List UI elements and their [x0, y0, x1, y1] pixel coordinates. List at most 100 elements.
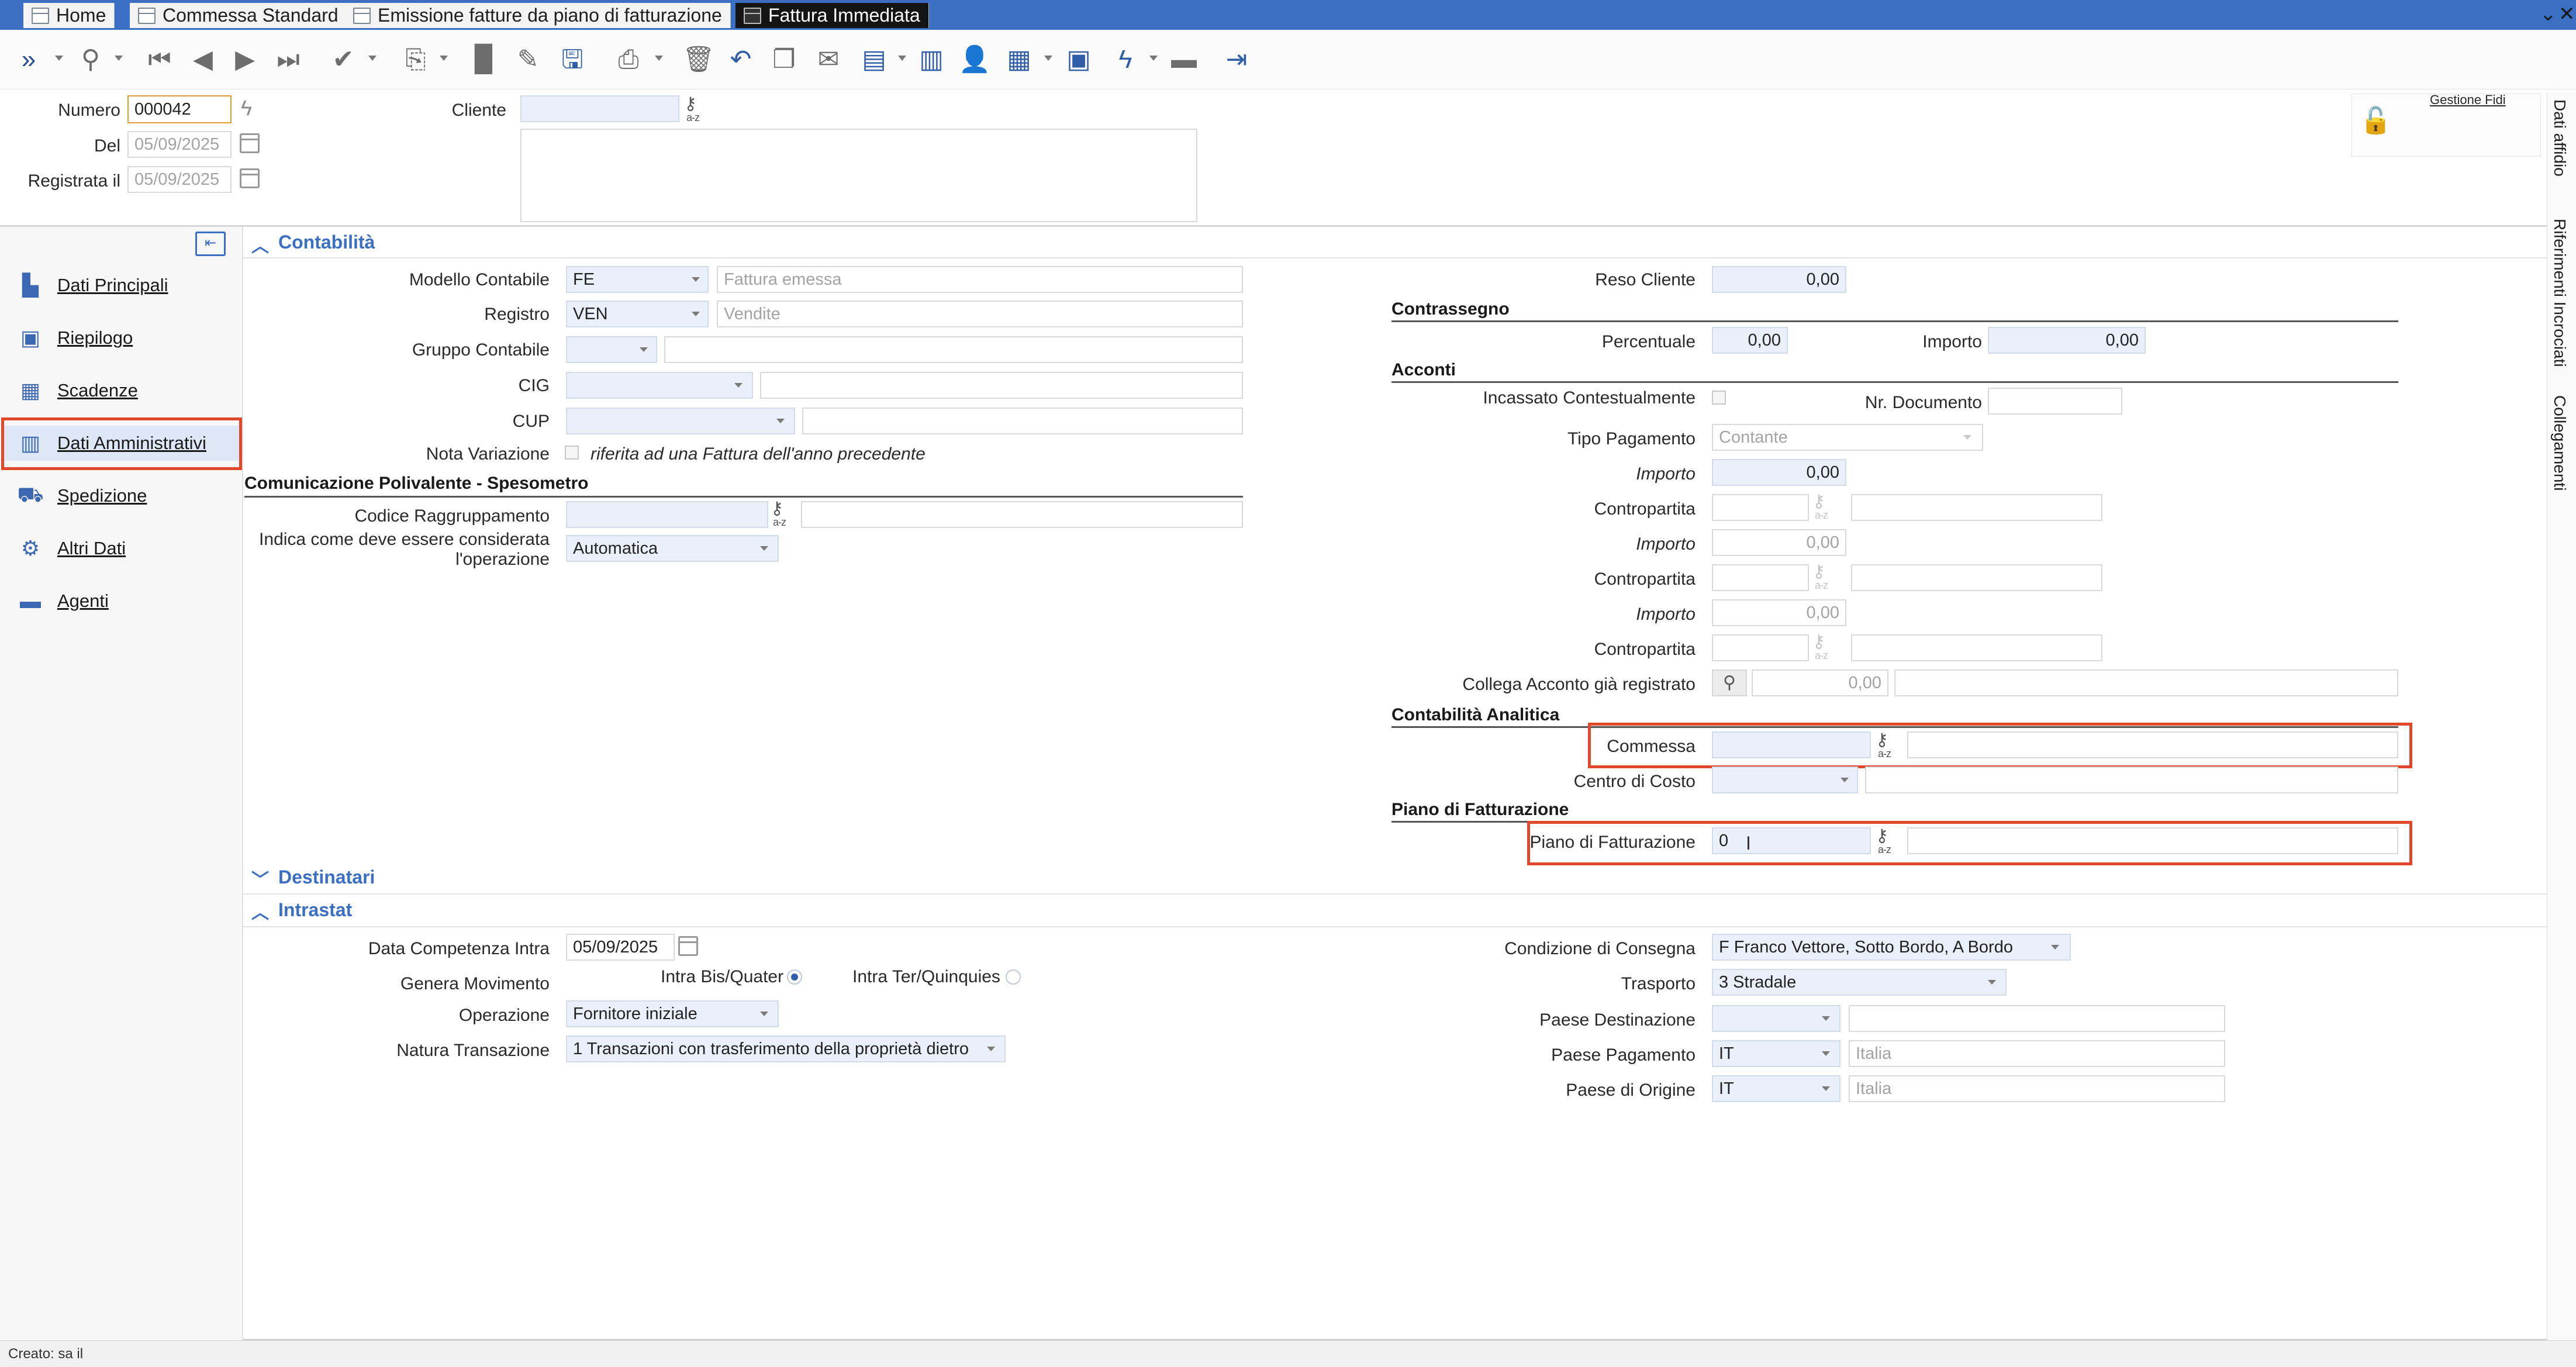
tab-fattura-immediata[interactable]: Fattura Immediata: [735, 3, 929, 28]
condizione-consegna-select[interactable]: F Franco Vettore, Sotto Bordo, A Bordo: [1712, 934, 2071, 961]
indica-select[interactable]: Automatica: [566, 535, 779, 562]
next-record-icon[interactable]: ▶: [229, 44, 261, 75]
window-menu-icon[interactable]: ⌄: [2540, 2, 2557, 26]
numero-input[interactable]: 000042: [127, 95, 232, 123]
expand-icon[interactable]: »: [13, 44, 44, 75]
gestione-fidi-link[interactable]: Gestione Fidi: [2430, 92, 2506, 108]
tipo-pagamento-select[interactable]: Contante: [1712, 424, 1983, 451]
tab-riferimenti-incrociati[interactable]: Riferimenti Incrociati: [2550, 219, 2569, 367]
save-icon[interactable]: 🖫: [557, 44, 588, 75]
comunicazione-title: Comunicazione Polivalente - Spesometro: [244, 474, 589, 493]
nav-spedizione[interactable]: ⛟ Spedizione: [17, 478, 147, 513]
contropartita-2-input[interactable]: [1712, 564, 1809, 591]
registro-select[interactable]: VEN: [566, 301, 709, 327]
paese-pagamento-select[interactable]: IT: [1712, 1040, 1841, 1067]
natura-transazione-select[interactable]: 1 Transazioni con trasferimento della pr…: [566, 1035, 1006, 1062]
lookup-key-icon[interactable]: ⚷ a-z: [1812, 493, 1838, 522]
lightning-icon[interactable]: ϟ: [1110, 44, 1141, 75]
modello-contabile-select[interactable]: FE: [566, 266, 709, 293]
last-record-icon[interactable]: ⏭: [272, 44, 304, 75]
form-icon: [744, 8, 761, 24]
new-document-icon[interactable]: ▉: [469, 44, 500, 75]
nr-documento-label: Nr. Documento: [1864, 393, 1982, 412]
cup-select[interactable]: [566, 408, 795, 434]
section-destinatari[interactable]: Destinatari: [278, 867, 375, 888]
cig-select[interactable]: [566, 372, 753, 399]
cliente-input[interactable]: [520, 95, 679, 122]
calendar-icon[interactable]: [240, 168, 260, 188]
paese-origine-select[interactable]: IT: [1712, 1075, 1841, 1102]
codice-raggruppamento-input[interactable]: [566, 501, 768, 528]
radio-bis-quater[interactable]: [787, 969, 802, 985]
indica-label: Indica come deve essere considerata: [259, 530, 550, 549]
briefcase-icon[interactable]: ▬: [1168, 44, 1200, 75]
importo-contrassegno-input[interactable]: 0,00: [1988, 327, 2146, 354]
grid-icon[interactable]: ▦: [1003, 44, 1035, 75]
percentuale-input[interactable]: 0,00: [1712, 327, 1788, 354]
close-icon[interactable]: ✕: [2558, 2, 2575, 26]
paese-destinazione-select[interactable]: [1712, 1005, 1841, 1032]
nr-documento-input[interactable]: [1988, 388, 2122, 415]
calendar-icon[interactable]: [678, 936, 698, 956]
edit-icon[interactable]: ✎: [512, 44, 544, 75]
nav-altri-dati[interactable]: ⚙ Altri Dati: [18, 531, 126, 566]
print-icon[interactable]: ⎙: [613, 44, 644, 75]
collapse-panel-icon[interactable]: ⇤: [195, 232, 226, 256]
calendar-icon[interactable]: [240, 133, 260, 153]
importo-3-input[interactable]: 0,00: [1712, 599, 1846, 626]
chevron-up-icon[interactable]: ︿: [251, 232, 269, 257]
tab-emissione-fatture[interactable]: Emissione fatture da piano di fatturazio…: [345, 3, 731, 28]
lookup-key-icon[interactable]: ⚷ a-z: [1812, 563, 1838, 592]
calendar-icon[interactable]: ▣: [1063, 44, 1094, 75]
centro-costo-select[interactable]: [1712, 767, 1858, 793]
delete-icon[interactable]: 🗑: [682, 44, 715, 75]
cliente-label: Cliente: [451, 101, 506, 120]
contropartita-1-input[interactable]: [1712, 494, 1809, 521]
tab-dati-affidio[interactable]: Dati affidio: [2550, 99, 2569, 177]
gruppo-contabile-desc: [664, 336, 1243, 363]
lookup-key-icon[interactable]: ⚷ a-z: [684, 95, 710, 124]
lookup-key-icon[interactable]: ⚷ a-z: [771, 500, 796, 529]
nota-variazione-checkbox[interactable]: [565, 446, 579, 460]
previous-record-icon[interactable]: ◀: [187, 44, 219, 75]
undo-icon[interactable]: ↶: [725, 44, 757, 75]
reso-cliente-input[interactable]: 0,00: [1712, 266, 1846, 293]
paese-pagamento-desc: Italia: [1849, 1040, 2225, 1067]
tab-collegamenti[interactable]: Collegamenti: [2550, 395, 2569, 491]
section-contabilita[interactable]: Contabilità: [278, 232, 375, 253]
section-intrastat[interactable]: Intrastat: [278, 899, 352, 921]
search-icon[interactable]: ⚲: [1712, 669, 1747, 696]
tab-home[interactable]: Home: [23, 3, 115, 28]
duplicate-icon[interactable]: ❐: [768, 44, 800, 75]
numero-label: Numero: [58, 101, 120, 120]
radio-ter-quinquies[interactable]: [1006, 969, 1021, 985]
exit-icon[interactable]: ⇥: [1221, 44, 1252, 75]
search-icon[interactable]: ⚲: [75, 44, 106, 75]
paese-destinazione-label: Paese Destinazione: [1539, 1010, 1696, 1030]
importo-2-input[interactable]: 0,00: [1712, 529, 1846, 556]
data-competenza-label: Data Competenza Intra: [368, 939, 550, 958]
nav-agenti[interactable]: ▬ Agenti: [18, 584, 109, 619]
report-icon[interactable]: ▤: [858, 44, 890, 75]
lookup-key-icon[interactable]: ⚷ a-z: [1812, 633, 1838, 662]
nav-scadenze[interactable]: ▦ Scadenze: [18, 373, 138, 408]
approve-icon[interactable]: ✔: [327, 44, 359, 75]
operazione-select[interactable]: Fornitore iniziale: [566, 1000, 779, 1027]
data-competenza-input[interactable]: 05/09/2025: [566, 934, 675, 961]
nav-riepilogo[interactable]: ▣ Riepilogo: [18, 320, 133, 355]
importo-1-input[interactable]: 0,00: [1712, 459, 1846, 486]
columns-icon[interactable]: ▥: [916, 44, 947, 75]
chevron-up-icon[interactable]: ︿: [251, 898, 269, 924]
lock-icon[interactable]: 🔓: [2360, 105, 2392, 136]
nav-dati-principali[interactable]: ▙ Dati Principali: [18, 268, 168, 303]
email-icon[interactable]: ✉: [813, 44, 844, 75]
chevron-down-icon[interactable]: ﹀: [251, 865, 269, 891]
lightning-icon[interactable]: ϟ: [241, 96, 252, 120]
tab-commessa-standard[interactable]: Commessa Standard: [130, 3, 347, 28]
copy-document-icon[interactable]: ⎘: [400, 44, 431, 75]
contropartita-3-input[interactable]: [1712, 634, 1809, 661]
user-icon[interactable]: 👤: [959, 44, 991, 75]
trasporto-select[interactable]: 3 Stradale: [1712, 969, 2007, 996]
first-record-icon[interactable]: ⏮: [144, 44, 175, 75]
incassato-checkbox[interactable]: [1712, 391, 1726, 405]
